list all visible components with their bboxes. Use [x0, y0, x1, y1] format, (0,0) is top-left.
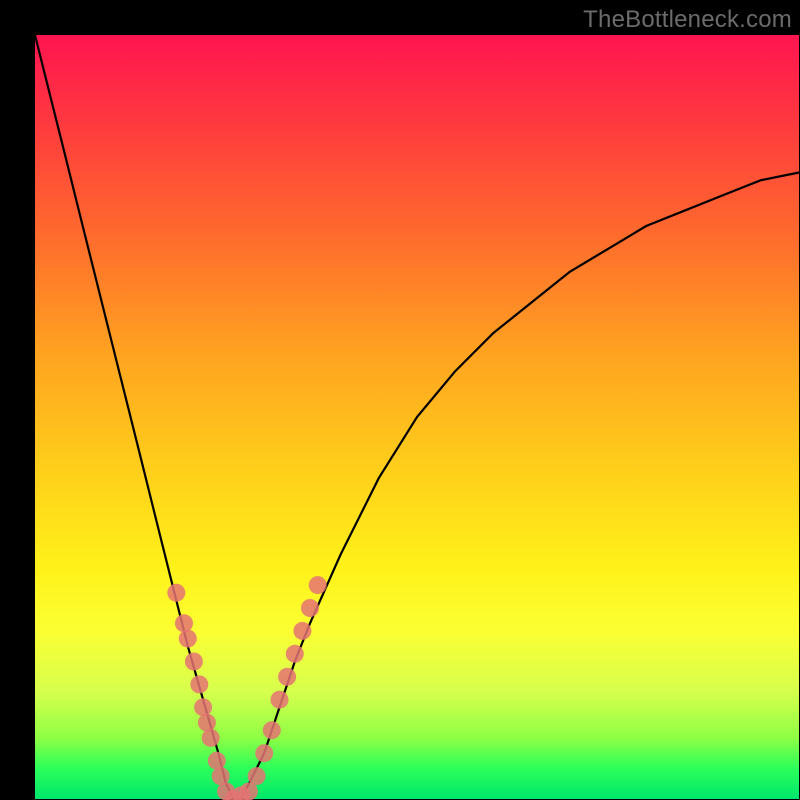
- data-marker: [278, 668, 296, 686]
- curve-layer: [35, 35, 799, 799]
- data-marker: [293, 622, 311, 640]
- data-marker: [263, 721, 281, 739]
- bottleneck-curve: [35, 35, 799, 799]
- data-marker: [248, 767, 266, 785]
- data-marker: [255, 744, 273, 762]
- data-marker: [198, 714, 216, 732]
- plot-area: [35, 35, 799, 799]
- data-marker: [175, 614, 193, 632]
- data-marker: [167, 584, 185, 602]
- data-marker: [271, 691, 289, 709]
- watermark-text: TheBottleneck.com: [583, 6, 792, 34]
- data-marker: [212, 767, 230, 785]
- data-marker: [208, 752, 226, 770]
- chart-frame: TheBottleneck.com: [0, 0, 800, 800]
- data-marker: [185, 653, 203, 671]
- data-marker: [286, 645, 304, 663]
- data-marker: [240, 782, 258, 800]
- data-marker: [309, 576, 327, 594]
- marker-group: [167, 576, 326, 800]
- data-marker: [179, 630, 197, 648]
- data-marker: [301, 599, 319, 617]
- data-marker: [202, 729, 220, 747]
- data-marker: [190, 675, 208, 693]
- data-marker: [194, 698, 212, 716]
